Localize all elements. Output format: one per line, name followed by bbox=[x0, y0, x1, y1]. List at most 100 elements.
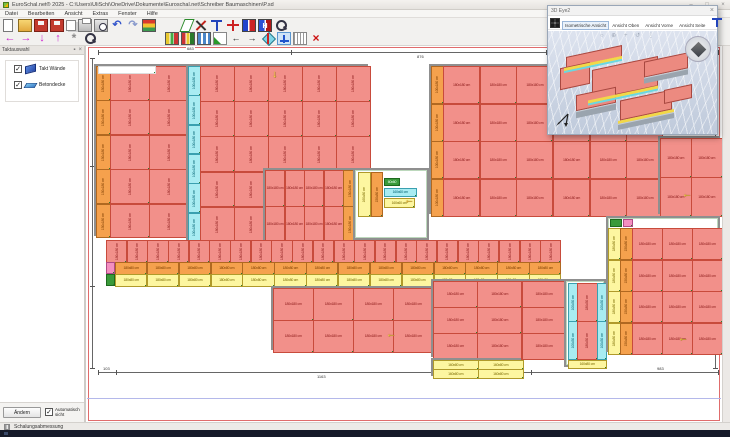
slab-panel[interactable]: 180x180 cm bbox=[632, 323, 663, 355]
slab-panel[interactable]: 180x80 cm bbox=[608, 260, 621, 292]
slab-panel[interactable]: 180x180 cm bbox=[285, 206, 305, 243]
slab-panel[interactable]: 180x180 cm bbox=[110, 100, 150, 135]
slab-panel[interactable]: 180x180 cm bbox=[302, 101, 337, 137]
slab-panel[interactable]: 180x180 cm bbox=[590, 141, 627, 179]
crosshair-icon[interactable] bbox=[226, 19, 240, 32]
slab-panel[interactable]: 180x180 cm bbox=[393, 288, 434, 321]
slab-panel[interactable]: 180x180 cm bbox=[433, 333, 478, 360]
save-all-icon[interactable] bbox=[50, 19, 64, 32]
slab-panel[interactable]: 180x180 cm bbox=[313, 320, 354, 353]
draw-wall-icon[interactable] bbox=[179, 19, 194, 32]
slab-panel[interactable]: 180x180 cm bbox=[292, 240, 313, 263]
slab-panel[interactable]: 100x180 cm bbox=[188, 66, 201, 96]
four-views-icon[interactable] bbox=[550, 18, 560, 28]
slab-panel[interactable]: 180x80 cm bbox=[242, 274, 274, 287]
slab-panel[interactable]: 150x180 cm bbox=[96, 100, 111, 135]
slab-panel[interactable]: 160x80 cm bbox=[568, 360, 607, 369]
slab-panel[interactable]: 180x50 cm bbox=[577, 283, 598, 322]
slab-panel[interactable]: 180x180 cm bbox=[209, 240, 230, 263]
slab-panel[interactable]: 180x80 cm bbox=[608, 291, 621, 323]
slab-panel[interactable]: 180x180 cm bbox=[313, 288, 354, 321]
change-button[interactable]: Ändern bbox=[3, 407, 41, 418]
menu-bearbeiten[interactable]: Bearbeiten bbox=[23, 11, 60, 17]
slab-panel[interactable]: 180x180 cm bbox=[271, 240, 292, 263]
slab-panel[interactable]: 180x180 cm bbox=[632, 228, 663, 260]
panels-icon[interactable] bbox=[242, 19, 256, 32]
slab-panel[interactable]: 180x180 cm bbox=[353, 288, 394, 321]
slab-panel[interactable]: 180x180 cm bbox=[477, 307, 522, 334]
grid-columns-icon[interactable] bbox=[197, 32, 211, 45]
viewer-3d-close-icon[interactable]: × bbox=[710, 6, 714, 15]
slab-panel[interactable]: 180x180 cm bbox=[662, 228, 693, 260]
slab-panel[interactable]: 180x180 cm bbox=[660, 138, 692, 178]
slab-panel[interactable]: 180x80 cm bbox=[338, 274, 370, 287]
viewer-3d-window[interactable]: 3D Eye2 × Isometrische AnsichtAnsicht Ob… bbox=[547, 5, 718, 135]
slab-panel[interactable]: 180x80 cm bbox=[147, 262, 179, 275]
slab-panel[interactable]: 180x80 cm bbox=[179, 262, 211, 275]
slab-panel[interactable]: 180x180 cm bbox=[168, 240, 189, 263]
grid-lines-icon[interactable] bbox=[293, 32, 307, 45]
slab-panel[interactable]: 180x180 cm bbox=[692, 260, 722, 292]
slab-panel[interactable]: 180x80 cm bbox=[115, 262, 147, 275]
slab-panel[interactable]: 180x180 cm bbox=[302, 66, 337, 102]
slab-panel[interactable]: 180x80 cm bbox=[115, 274, 147, 287]
slab-panel[interactable]: 180x180 cm bbox=[189, 240, 210, 263]
slab-panel[interactable]: 180x180 cm bbox=[110, 169, 150, 204]
slab-panel[interactable]: 180x180 cm bbox=[458, 240, 479, 263]
redo-icon[interactable]: ↷ bbox=[126, 19, 140, 32]
slab-panel[interactable]: 180x80 cm bbox=[497, 262, 529, 275]
slab-panel[interactable]: 180x180 cm bbox=[692, 323, 722, 355]
slab-panel[interactable]: 180x180 cm bbox=[480, 104, 517, 142]
tools-icon[interactable] bbox=[194, 19, 208, 32]
slab-panel[interactable]: 180x180 cm bbox=[265, 206, 285, 243]
slab-panel[interactable]: 180x180 cm bbox=[273, 288, 314, 321]
compass-icon[interactable] bbox=[261, 32, 275, 45]
slab-panel[interactable]: 180x180 cm bbox=[313, 240, 334, 263]
slab-panel[interactable]: 150x180 cm bbox=[96, 204, 111, 239]
tree-item-takt-wände[interactable]: ✓Takt Wände bbox=[6, 61, 78, 77]
slab-panel[interactable]: 180x180 cm bbox=[396, 240, 417, 263]
slab-panel[interactable]: 100x180 cm bbox=[188, 213, 201, 243]
slab-panel[interactable]: 180x180 cm bbox=[324, 170, 344, 207]
slab-panel[interactable]: 180x80 cm bbox=[608, 228, 621, 260]
slab-panel[interactable]: 180x180 cm bbox=[147, 240, 168, 263]
tsquare-icon[interactable] bbox=[711, 17, 723, 28]
arrow-right-icon[interactable]: → bbox=[19, 32, 33, 45]
view-button-2[interactable]: Ansicht Oben bbox=[609, 21, 642, 30]
slab-panel[interactable]: 180x180 cm bbox=[268, 136, 303, 172]
slab-panel[interactable]: 180x180 cm bbox=[110, 204, 150, 239]
nav-right-icon[interactable]: → bbox=[245, 32, 259, 45]
slab-panel[interactable]: 100x180 cm bbox=[188, 154, 201, 184]
slab-panel[interactable]: 180x80 cm bbox=[370, 274, 402, 287]
save-icon[interactable] bbox=[34, 19, 48, 32]
slab-panel[interactable]: 150x80 cm bbox=[620, 323, 633, 355]
arrow-up-icon[interactable]: ↑ bbox=[51, 32, 65, 45]
viewer-3d-viewport[interactable]: ○ ⊕ + ↺ ⋮ bbox=[548, 31, 717, 134]
slab-panel[interactable]: 180x180 cm bbox=[522, 333, 567, 360]
slab-panel[interactable]: 100x180 cm bbox=[431, 104, 444, 142]
filler-piece[interactable] bbox=[98, 66, 156, 74]
paste-window-icon[interactable] bbox=[213, 32, 227, 45]
asterisk-icon[interactable]: * bbox=[67, 32, 81, 45]
slab-panel[interactable]: 180x180 cm bbox=[691, 177, 722, 217]
new-icon[interactable] bbox=[3, 19, 13, 32]
slab-panel[interactable]: 180x180 cm bbox=[480, 66, 517, 104]
slab-panel[interactable]: 180x180 cm bbox=[200, 172, 235, 208]
slab-panel[interactable]: 180x80 cm bbox=[306, 262, 338, 275]
viewport-minitools[interactable]: ○ ⊕ + ↺ ⋮ bbox=[600, 32, 657, 39]
slab-panel[interactable]: 180x180 cm bbox=[692, 228, 722, 260]
slab-panel[interactable]: 180x80 cm bbox=[274, 274, 306, 287]
slab-panel[interactable]: 180x180 cm bbox=[443, 141, 480, 179]
slab-panel[interactable]: 180x180 cm bbox=[691, 138, 722, 178]
slab-panel[interactable]: 180x180 cm bbox=[302, 136, 337, 172]
menu-extras[interactable]: Extras bbox=[88, 11, 114, 17]
slab-panel[interactable]: 180x80 cm bbox=[306, 274, 338, 287]
slab-panel[interactable]: 180x180 cm bbox=[265, 170, 285, 207]
open-icon[interactable] bbox=[18, 19, 32, 32]
copy-icon[interactable] bbox=[66, 20, 76, 31]
arrow-down-icon[interactable]: ↓ bbox=[35, 32, 49, 45]
slab-panel[interactable]: 180x180 cm bbox=[375, 240, 396, 263]
slab-panel[interactable]: 180x180 cm bbox=[304, 206, 324, 243]
slab-panel[interactable]: 180x180 cm bbox=[443, 104, 480, 142]
arrow-left-icon[interactable]: ← bbox=[3, 32, 17, 45]
